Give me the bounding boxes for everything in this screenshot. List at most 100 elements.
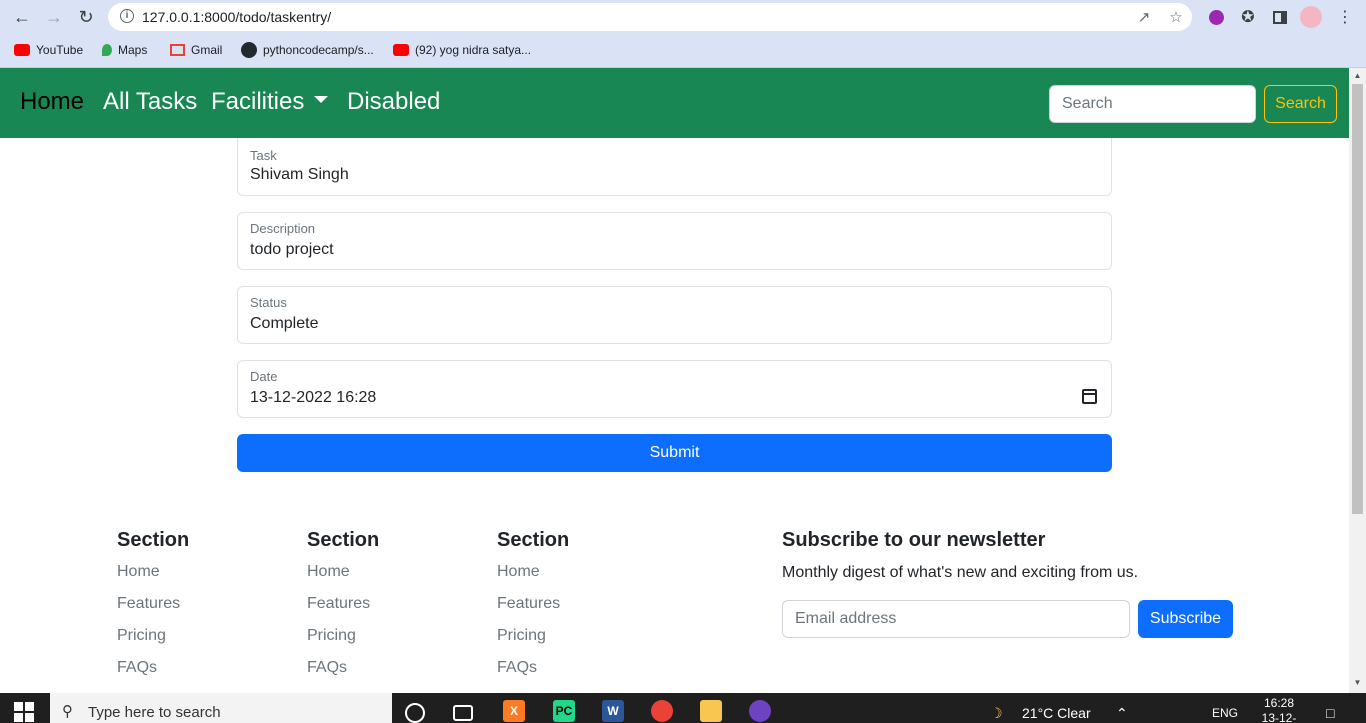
moon-weather-icon[interactable]: ☽ [990,705,1003,722]
gmail-icon [170,44,185,56]
forward-arrow-icon[interactable]: → [42,5,66,29]
bookmark-youtube[interactable]: YouTube [14,40,83,60]
share-icon[interactable]: ↗ [1134,8,1154,26]
newsletter-email-input[interactable] [782,600,1130,638]
navbar-search-button[interactable]: Search [1264,85,1337,123]
newsletter-title: Subscribe to our newsletter [782,529,1046,551]
footer-link-pricing[interactable]: Pricing [497,624,569,656]
clock-time: 16:28 [1263,696,1295,710]
footer-link-faqs[interactable]: FAQs [497,656,569,688]
site-info-icon[interactable]: i [120,9,134,23]
footer-column: Section Home Features Pricing FAQs [117,529,189,688]
navbar: Home All Tasks Facilities Disabled Searc… [0,68,1349,138]
word-icon[interactable]: W [602,700,624,722]
footer-link-features[interactable]: Features [497,592,569,624]
xampp-icon[interactable]: X [503,700,525,722]
status-label: Status [250,295,287,310]
bookmark-github[interactable]: pythoncodecamp/s... [241,40,374,60]
navbar-search-input[interactable] [1049,85,1256,123]
back-arrow-icon[interactable]: ← [10,5,34,29]
nav-facilities-dropdown[interactable]: Facilities [211,88,329,116]
footer-link-faqs[interactable]: FAQs [117,656,189,688]
bookmark-star-icon[interactable]: ☆ [1166,8,1186,26]
bookmark-gmail[interactable]: Gmail [170,40,222,60]
task-view-icon[interactable] [453,705,473,721]
youtube-icon [393,44,409,56]
calendar-icon[interactable] [1082,389,1097,404]
puzzle-extensions-icon[interactable]: ✪ [1237,6,1259,28]
nav-disabled: Disabled [347,88,441,115]
date-field[interactable]: Date 13-12-2022 16:28 [237,360,1112,418]
pycharm-icon[interactable]: PC [553,700,575,722]
footer-link-features[interactable]: Features [307,592,379,624]
footer-link-home[interactable]: Home [497,560,569,592]
url-text: 127.0.0.1:8000/todo/taskentry/ [142,9,332,25]
footer-section-title: Section [497,529,570,551]
address-bar[interactable]: i 127.0.0.1:8000/todo/taskentry/ ↗ ☆ [108,3,1192,31]
footer-link-home[interactable]: Home [307,560,379,592]
page-scrollbar[interactable]: ▲ ▼ [1349,68,1366,693]
footer-section-title: Section [117,529,190,551]
scroll-down-icon[interactable]: ▼ [1353,678,1362,687]
github-desktop-icon[interactable] [749,700,771,722]
system-clock[interactable]: 16:28 13-12-2022 [1249,696,1309,723]
reload-icon[interactable]: ↻ [74,5,98,29]
nav-home[interactable]: Home [20,88,84,116]
search-icon: ⚲ [62,703,73,720]
bookmark-label: YouTube [36,43,84,57]
side-panel-icon[interactable] [1269,6,1291,28]
task-value: Shivam Singh [250,166,349,183]
chrome-icon[interactable] [651,700,673,722]
cortana-icon[interactable] [405,703,425,723]
status-value: Complete [250,315,319,332]
footer-section-title: Section [307,529,380,551]
footer-link-home[interactable]: Home [117,560,189,592]
browser-toolbar: ← → ↻ i 127.0.0.1:8000/todo/taskentry/ ↗… [0,0,1366,68]
newsletter-text: Monthly digest of what's new and excitin… [782,564,1139,581]
kebab-menu-icon[interactable]: ⋮ [1334,6,1356,28]
status-field[interactable]: Status Complete [237,286,1112,344]
bookmark-label: (92) yog nidra satya... [415,43,532,57]
bookmark-label: pythoncodecamp/s... [263,43,374,57]
notification-icon[interactable]: □ [1326,705,1334,721]
extension-purple-icon[interactable] [1205,6,1227,28]
caret-down-icon [314,96,329,104]
taskbar-search-text: Type here to search [88,704,221,721]
description-value: todo project [250,241,334,258]
page-viewport: Home All Tasks Facilities Disabled Searc… [0,68,1349,693]
subscribe-button[interactable]: Subscribe [1138,600,1233,638]
clock-date: 13-12-2022 [1261,711,1297,723]
taskbar-search[interactable]: ⚲ Type here to search [50,693,392,723]
bookmark-label: Gmail [191,43,223,57]
bookmarks-bar: YouTube Maps Gmail pythoncodecamp/s... (… [0,38,1366,60]
nav-all-tasks[interactable]: All Tasks [103,88,197,116]
nav-facilities-label: Facilities [211,88,305,115]
bookmark-youtube-video[interactable]: (92) yog nidra satya... [393,40,531,60]
task-label: Task [250,148,277,163]
chevron-up-icon[interactable]: ⌃ [1116,705,1128,722]
windows-start-icon[interactable] [14,702,34,722]
description-field[interactable]: Description todo project [237,212,1112,270]
submit-button[interactable]: Submit [237,434,1112,472]
newsletter-section: Subscribe to our newsletter Monthly dige… [782,529,1138,582]
windows-taskbar: ⚲ Type here to search X PC W ☽ 21°C Clea… [0,693,1366,723]
footer-link-faqs[interactable]: FAQs [307,656,379,688]
task-field[interactable]: Task Shivam Singh [237,138,1112,196]
file-explorer-icon[interactable] [700,700,722,722]
scroll-thumb[interactable] [1352,84,1363,514]
maps-icon [102,44,112,56]
language-indicator[interactable]: ENG [1212,706,1238,720]
footer-link-pricing[interactable]: Pricing [307,624,379,656]
date-label: Date [250,369,278,384]
scroll-up-icon[interactable]: ▲ [1353,71,1362,80]
weather-text[interactable]: 21°C Clear [1022,705,1091,721]
footer-link-features[interactable]: Features [117,592,189,624]
footer-column: Section Home Features Pricing FAQs [497,529,569,688]
description-label: Description [250,221,316,236]
youtube-icon [14,44,30,56]
footer-link-pricing[interactable]: Pricing [117,624,189,656]
bookmark-label: Maps [118,43,148,57]
bookmark-maps[interactable]: Maps [102,40,147,60]
profile-avatar[interactable] [1300,6,1322,28]
date-value: 13-12-2022 16:28 [250,389,377,406]
